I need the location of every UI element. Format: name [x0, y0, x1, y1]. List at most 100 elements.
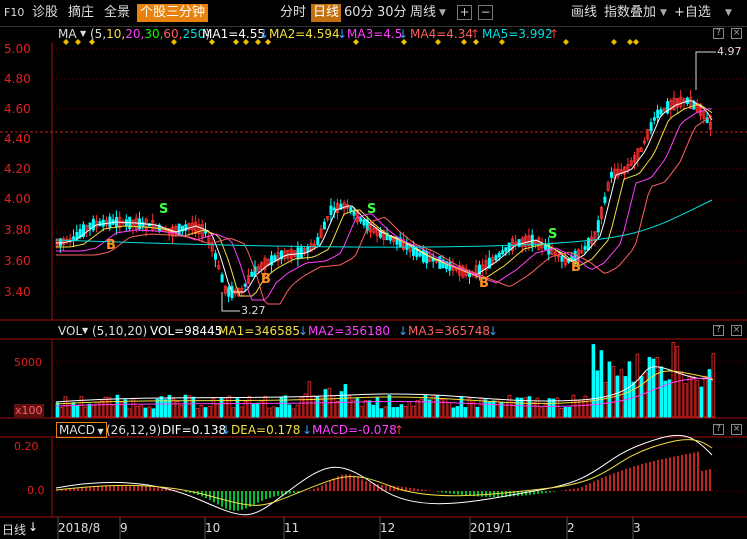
volume-bar	[235, 398, 240, 418]
vol-help-button[interactable]: ?	[713, 325, 724, 336]
macd-header: MACD ▼ (26,12,9) DIF=0.138 ↓ DEA=0.178 ↓…	[0, 422, 747, 438]
volume-bar	[283, 395, 288, 418]
macd-histogram	[55, 434, 713, 516]
volume-bar	[531, 402, 536, 418]
volume-bar	[707, 369, 712, 418]
volume-bar	[111, 405, 116, 418]
volume-bar	[447, 401, 452, 418]
candle-body	[322, 221, 326, 230]
candle-body	[603, 196, 607, 203]
volume-bar	[155, 398, 160, 418]
candle-body	[596, 220, 600, 233]
volume-bar	[399, 404, 404, 418]
volume-bar	[491, 400, 496, 418]
macd-close-button[interactable]: ×	[731, 424, 742, 435]
volume-bar	[651, 358, 656, 418]
volume-bar	[451, 407, 456, 418]
volume-bar	[159, 396, 164, 418]
ma3-arrow-icon: ↓	[398, 27, 409, 41]
macd-label[interactable]: MACD ▼	[56, 422, 107, 438]
candle-body	[359, 217, 363, 222]
volume-bar	[631, 381, 636, 418]
ma1-arrow-icon: ↓	[259, 27, 270, 41]
volume-bar	[679, 371, 684, 418]
volume-bar	[403, 405, 408, 418]
volume-bar	[407, 401, 412, 418]
volume-bar	[711, 353, 716, 418]
ma1-value: MA1=4.55	[202, 27, 265, 41]
ma-params: (5,10,20,30,60,250)	[90, 27, 211, 41]
moving-average-line	[56, 108, 713, 301]
candle-body	[213, 253, 217, 260]
volume-bar	[347, 395, 352, 418]
volume-bar	[627, 361, 632, 418]
volume-bar	[671, 342, 676, 418]
candle-body	[362, 219, 366, 226]
price-tick: 4.40	[4, 132, 31, 146]
dea-value: DEA=0.178	[231, 423, 301, 437]
macd-value: MACD=-0.078	[312, 423, 397, 437]
ma-label[interactable]: MA	[58, 26, 77, 42]
moving-average-line	[56, 115, 713, 305]
volume-bar	[395, 406, 400, 418]
volume-bar	[527, 396, 532, 418]
volume-bars	[55, 342, 716, 418]
candlesticks	[55, 89, 713, 303]
vol-unit-label: x100	[14, 404, 44, 417]
ma-close-button[interactable]: ×	[731, 28, 742, 39]
candle-body	[583, 245, 587, 250]
volume-bar	[195, 408, 200, 418]
volume-bar	[575, 399, 580, 418]
sell-marker: S	[548, 227, 558, 242]
volume-bar	[363, 400, 368, 418]
volume-bar	[267, 407, 272, 418]
ma-help-button[interactable]: ?	[713, 28, 724, 39]
bottom-period-arrow-icon[interactable]: ↓	[28, 520, 38, 534]
vol-dropdown-icon[interactable]: ▼	[82, 323, 88, 339]
volume-bar	[443, 398, 448, 418]
candle-body	[332, 207, 336, 211]
candle-body	[497, 252, 501, 258]
date-label: 9	[120, 521, 128, 535]
buy-marker: B	[571, 260, 581, 275]
candle-body	[610, 171, 614, 178]
ma-header: MA ▼ (5,10,20,30,60,250) MA1=4.55 ↓ MA2=…	[0, 26, 747, 42]
volume-bar	[683, 383, 688, 418]
date-label: 3	[633, 521, 641, 535]
candle-body	[108, 216, 112, 228]
kline-chart-canvas[interactable]	[0, 0, 747, 539]
ma2-value: MA2=4.594	[269, 27, 340, 41]
volume-bar	[687, 375, 692, 418]
macd-help-button[interactable]: ?	[713, 424, 724, 435]
volume-bar	[151, 408, 156, 418]
volume-bar	[471, 401, 476, 418]
volume-bar	[163, 399, 168, 418]
ma4-arrow-icon: ↑	[470, 27, 481, 41]
vol-ma-line	[55, 377, 713, 407]
volume-bar	[623, 376, 628, 418]
volume-bar	[211, 398, 216, 418]
volume-bar	[415, 400, 420, 418]
moving-average-line	[56, 100, 713, 293]
candle-body	[88, 222, 92, 229]
vol-label[interactable]: VOL	[58, 323, 82, 339]
bottom-period-label[interactable]: 日线	[2, 521, 26, 538]
ma-dropdown-icon[interactable]: ▼	[80, 26, 86, 42]
volume-bar	[691, 376, 696, 418]
volume-bar	[295, 404, 300, 418]
volume-bar	[183, 394, 188, 418]
volume-bar	[699, 386, 704, 418]
candle-body	[649, 122, 653, 132]
candle-body	[494, 255, 498, 261]
date-label: 10	[205, 521, 221, 535]
volume-bar	[147, 406, 152, 418]
vol-close-button[interactable]: ×	[731, 325, 742, 336]
vol-ma3-value: MA3=365748	[408, 324, 491, 338]
buy-marker: B	[106, 238, 116, 253]
macd-tick: 0.20	[14, 440, 39, 453]
volume-bar	[335, 400, 340, 418]
high-price-label: 4.97	[717, 45, 742, 58]
volume-bar	[663, 380, 668, 418]
vol-ma1-arrow-icon: ↓	[298, 324, 309, 338]
volume-bar	[59, 407, 64, 418]
